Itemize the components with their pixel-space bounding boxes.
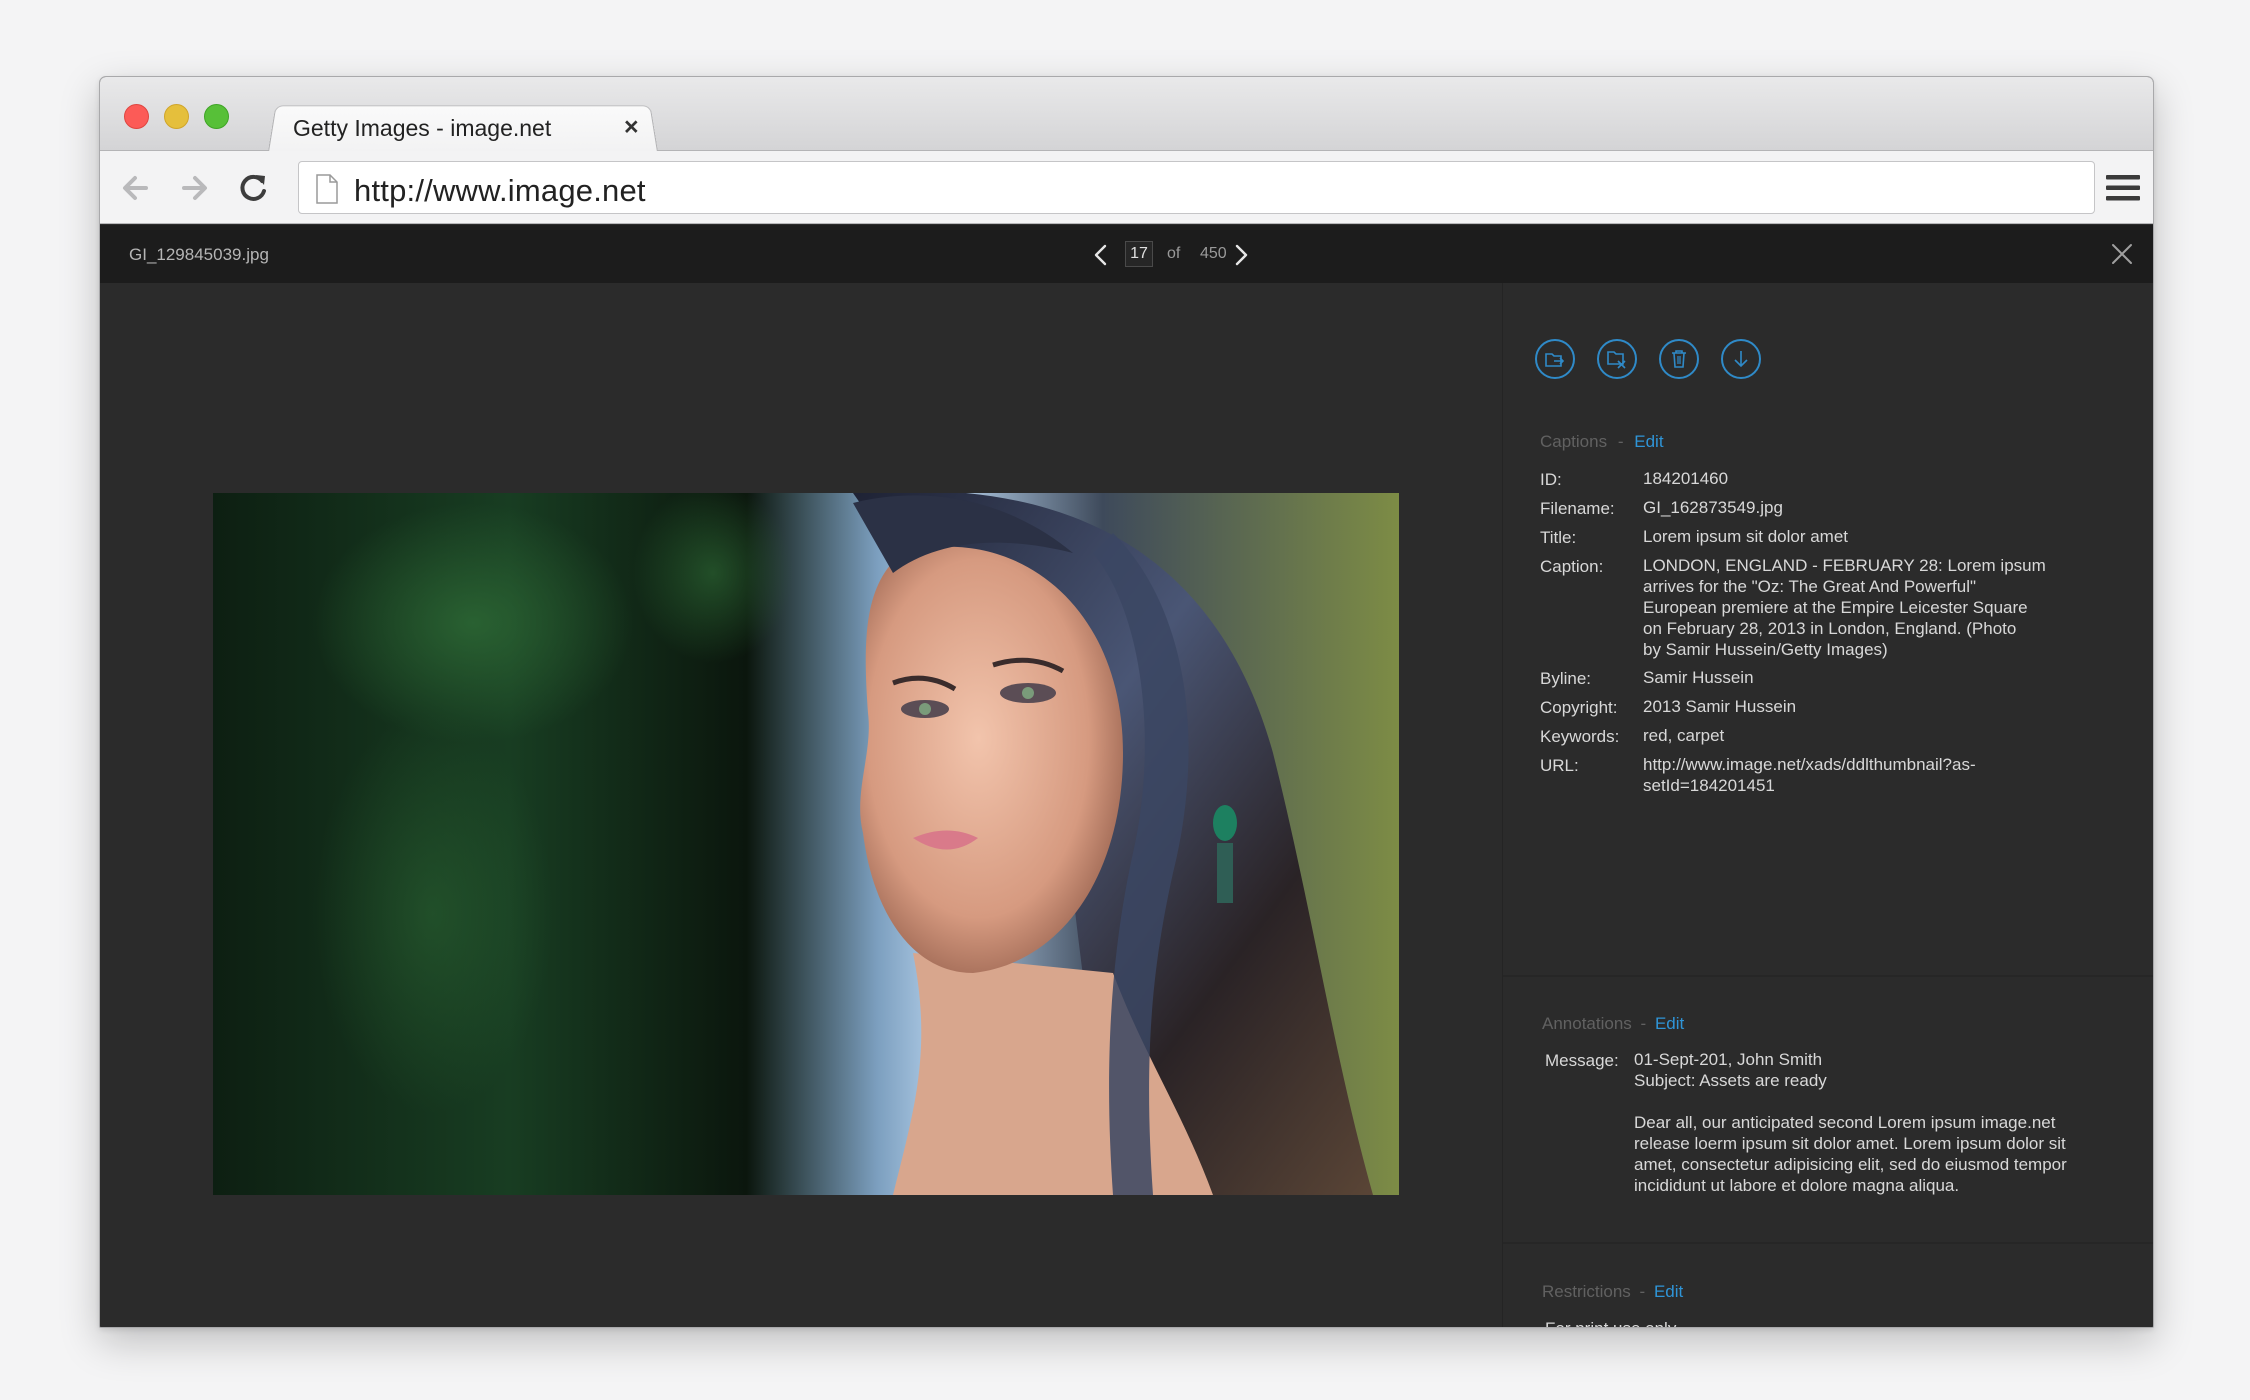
remove-from-folder-icon [1607,351,1626,369]
url-text[interactable]: http://www.image.net [354,173,646,209]
download-icon [1734,351,1748,368]
field-label-keywords: Keywords: [1540,727,1620,746]
chevron-right-icon[interactable] [1230,243,1252,267]
captions-title: Captions [1540,432,1608,451]
field-value-id: 184201460 [1643,469,1729,488]
captions-heading: Captions - Edit [1540,432,1664,452]
move-to-folder-icon [1545,353,1565,367]
message-subject-line: Subject: Assets are ready [1634,1071,1827,1090]
restrictions-heading: Restrictions - Edit [1542,1282,1683,1302]
document-icon [316,174,338,204]
move-to-folder-button[interactable] [1535,339,1575,379]
field-label-copyright: Copyright: [1540,698,1618,717]
image-stage [100,283,1500,1327]
message-label: Message: [1545,1051,1619,1070]
field-label-byline: Byline: [1540,669,1592,688]
preview-photo[interactable] [213,493,1399,1195]
restrictions-text: For print use only. [1545,1318,1680,1327]
section-divider [1503,975,2153,977]
browser-window: Getty Images - image.net × http://www.im… [99,76,2154,1328]
address-bar[interactable]: http://www.image.net [298,161,2095,214]
forward-arrow-icon[interactable] [172,167,214,209]
field-label-url: URL: [1540,756,1579,775]
restrictions-title: Restrictions [1542,1282,1631,1301]
annotations-separator: - [1640,1014,1647,1033]
field-label-title: Title: [1540,528,1577,547]
message-date-line: 01-Sept-201, John Smith [1634,1050,1823,1069]
window-minimize-button[interactable] [164,104,189,129]
tab-title[interactable]: Getty Images - image.net [293,115,551,142]
remove-from-folder-button[interactable] [1597,339,1637,379]
page-of-label: of [1167,245,1181,262]
annotations-heading: Annotations - Edit [1542,1014,1684,1034]
reload-icon[interactable] [232,167,274,209]
viewer-header: GI_129845039.jpg 17 of 450 [100,225,2153,283]
download-button[interactable] [1721,339,1761,379]
section-divider [1503,1242,2153,1244]
annotations-edit-link[interactable]: Edit [1655,1014,1684,1033]
field-value-copyright: 2013 Samir Hussein [1643,697,1797,716]
page-number-input[interactable]: 17 [1125,241,1153,267]
current-filename: GI_129845039.jpg [129,245,269,264]
field-value-byline: Samir Hussein [1643,668,1754,687]
field-value-caption: LONDON, ENGLAND - FEBRUARY 28: Lorem ips… [1643,556,2046,659]
tab-bar: Getty Images - image.net × [100,77,2153,152]
browser-toolbar: http://www.image.net [100,151,2153,224]
back-arrow-icon[interactable] [116,167,158,209]
captions-edit-link[interactable]: Edit [1634,432,1663,451]
annotations-title: Annotations [1542,1014,1632,1033]
close-icon[interactable] [2111,243,2133,265]
field-label-caption: Caption: [1540,557,1604,576]
message-body: Dear all, our anticipated second Lorem i… [1634,1113,2067,1195]
field-value-filename: GI_162873549.jpg [1643,498,1783,517]
field-label-filename: Filename: [1540,499,1615,518]
tab-close-icon[interactable]: × [624,113,639,142]
trash-icon [1672,350,1686,368]
field-value-keywords: red, carpet [1643,726,1725,745]
delete-button[interactable] [1659,339,1699,379]
window-close-button[interactable] [124,104,149,129]
field-label-id: ID: [1540,470,1562,489]
window-maximize-button[interactable] [204,104,229,129]
captions-separator: - [1617,432,1624,451]
metadata-panel: Captions - Edit ID: 184201460 Filename: … [1502,283,2153,1327]
hamburger-menu-icon[interactable] [2106,173,2140,203]
chevron-left-icon[interactable] [1090,243,1112,267]
page-total: 450 [1200,245,1227,262]
restrictions-edit-link[interactable]: Edit [1654,1282,1683,1301]
field-value-url[interactable]: http://www.image.net/xads/ddlthumbnail?a… [1643,754,1976,796]
restrictions-separator: - [1639,1282,1646,1301]
pager: 17 of 450 [1090,237,1270,273]
field-value-title: Lorem ipsum sit dolor amet [1643,527,1849,546]
